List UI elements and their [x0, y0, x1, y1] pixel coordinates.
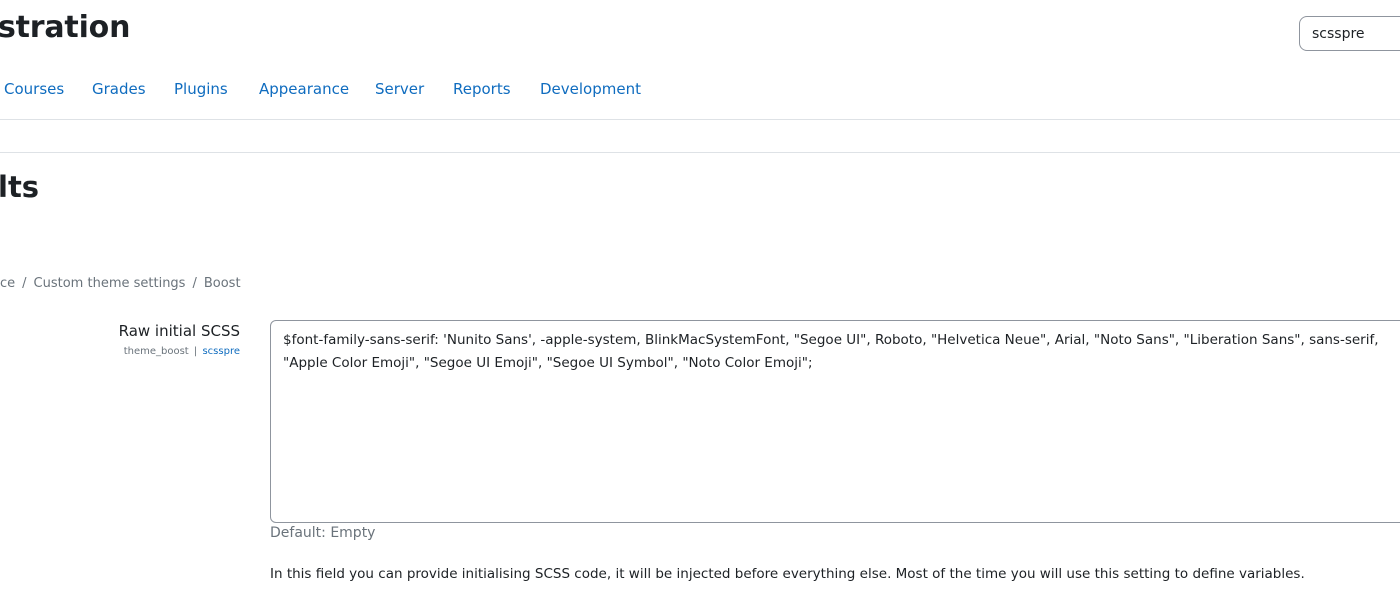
setting-default: Default: Empty	[270, 525, 376, 541]
tab-development[interactable]: Development	[540, 76, 641, 102]
section-heading: lts	[0, 170, 40, 204]
admin-search-box[interactable]	[1299, 16, 1400, 51]
page-title: stration	[0, 10, 131, 45]
setting-component: theme_boost	[123, 346, 189, 357]
breadcrumb-item-boost[interactable]: Boost	[204, 276, 241, 291]
setting-key-link[interactable]: scsspre	[202, 346, 240, 357]
scss-textarea-wrapper	[270, 320, 1400, 523]
tab-appearance[interactable]: Appearance	[259, 76, 349, 102]
breadcrumb-item-appearance[interactable]: ce	[0, 276, 15, 291]
breadcrumb: ce / Custom theme settings / Boost	[0, 276, 241, 291]
admin-search-input[interactable]	[1300, 17, 1400, 50]
tab-courses[interactable]: Courses	[4, 76, 64, 102]
raw-initial-scss-textarea[interactable]	[271, 321, 1400, 511]
setting-label: Raw initial SCSS	[118, 322, 240, 340]
tab-grades[interactable]: Grades	[92, 76, 146, 102]
section-divider	[0, 152, 1400, 153]
breadcrumb-item-custom-theme-settings[interactable]: Custom theme settings	[34, 276, 186, 291]
nav-divider	[0, 119, 1400, 120]
setting-meta-separator: |	[193, 346, 198, 357]
tab-server[interactable]: Server	[375, 76, 424, 102]
setting-meta: theme_boost | scsspre	[124, 346, 240, 357]
setting-description: In this field you can provide initialisi…	[270, 566, 1305, 582]
breadcrumb-separator: /	[192, 276, 197, 291]
breadcrumb-separator: /	[22, 276, 27, 291]
tab-reports[interactable]: Reports	[453, 76, 511, 102]
tab-plugins[interactable]: Plugins	[174, 76, 228, 102]
